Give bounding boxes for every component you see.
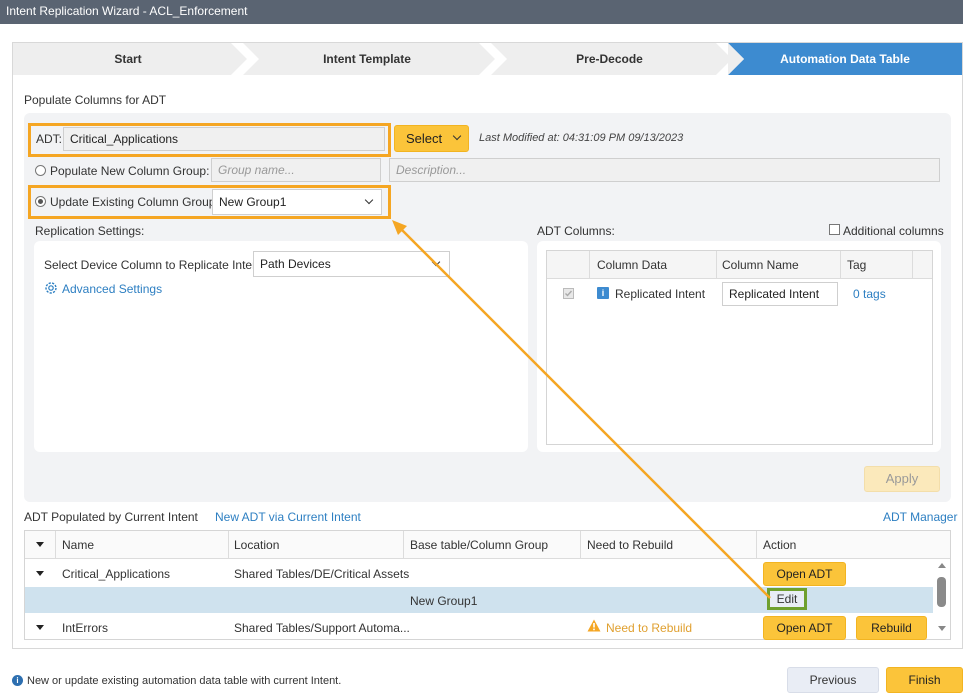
header-divider xyxy=(547,278,932,279)
row-name: IntErrors xyxy=(62,621,109,635)
col-divider xyxy=(589,251,590,278)
warning-icon xyxy=(587,619,601,632)
description-input[interactable]: Description... xyxy=(389,158,940,182)
expand-row-icon[interactable] xyxy=(36,571,44,576)
apply-button[interactable]: Apply xyxy=(864,466,940,492)
col-divider xyxy=(840,251,841,278)
check-icon xyxy=(565,290,573,297)
col-divider xyxy=(580,531,581,558)
device-column-select[interactable]: Path Devices xyxy=(253,251,450,277)
row-name: Critical_Applications xyxy=(62,567,171,581)
col-header-location: Location xyxy=(234,538,280,552)
info-icon: i xyxy=(12,675,23,686)
col-divider xyxy=(716,251,717,278)
expand-row-icon[interactable] xyxy=(36,625,44,630)
gear-icon xyxy=(45,282,57,294)
column-data-value: Replicated Intent xyxy=(615,287,706,301)
collapse-all-icon[interactable] xyxy=(36,542,44,547)
col-header-need-rebuild: Need to Rebuild xyxy=(587,538,674,552)
additional-columns-checkbox[interactable] xyxy=(829,224,840,235)
chevron-down-icon xyxy=(452,131,462,141)
column-name-input[interactable]: Replicated Intent xyxy=(722,282,838,306)
wizard-steps: Start Intent Template Pre-Decode Automat… xyxy=(13,43,962,75)
previous-button[interactable]: Previous xyxy=(787,667,879,693)
finish-button[interactable]: Finish xyxy=(886,667,963,693)
col-header-action: Action xyxy=(763,538,797,552)
new-adt-link[interactable]: New ADT via Current Intent xyxy=(215,510,361,524)
select-button-label: Select xyxy=(406,131,443,146)
info-icon: i xyxy=(597,287,609,299)
col-header-column-name: Column Name xyxy=(722,258,799,272)
additional-columns-label: Additional columns xyxy=(843,224,944,238)
populate-new-group-label: Populate New Column Group: xyxy=(50,164,210,178)
scroll-up-icon[interactable] xyxy=(937,562,947,570)
populate-section-title: Populate Columns for ADT xyxy=(24,93,167,107)
device-column-value: Path Devices xyxy=(260,257,331,271)
col-header-tag: Tag xyxy=(847,258,867,272)
col-divider xyxy=(756,531,757,558)
need-rebuild-status: Need to Rebuild xyxy=(606,621,693,635)
col-divider xyxy=(912,251,913,278)
adt-highlight-box xyxy=(28,123,391,157)
col-divider xyxy=(55,531,56,558)
col-header-base-table: Base table/Column Group xyxy=(410,538,549,552)
group-name-input[interactable]: Group name... xyxy=(211,158,381,182)
adt-columns-table xyxy=(546,250,933,445)
last-modified-text: Last Modified at: 04:31:09 PM 09/13/2023 xyxy=(479,132,684,144)
replication-settings-title: Replication Settings: xyxy=(35,224,145,238)
row-location: Shared Tables/Support Automa... xyxy=(234,621,410,635)
col-divider xyxy=(228,531,229,558)
select-adt-button[interactable]: Select xyxy=(394,125,469,152)
chevron-down-icon xyxy=(431,257,441,267)
advanced-settings-link[interactable]: Advanced Settings xyxy=(62,282,162,296)
update-group-highlight-box xyxy=(28,185,391,219)
window-title: Intent Replication Wizard - ACL_Enforcem… xyxy=(0,0,963,24)
row-location: Shared Tables/DE/Critical Assets xyxy=(234,567,410,581)
adt-manager-link[interactable]: ADT Manager xyxy=(883,510,957,524)
open-adt-button[interactable]: Open ADT xyxy=(763,616,846,640)
adt-columns-title: ADT Columns: xyxy=(537,224,615,238)
edit-button[interactable]: Edit xyxy=(767,588,807,610)
rebuild-button[interactable]: Rebuild xyxy=(856,616,927,640)
scrollbar-thumb[interactable] xyxy=(937,577,946,607)
row-checkbox[interactable] xyxy=(563,288,574,299)
scroll-down-icon[interactable] xyxy=(937,624,947,632)
col-divider xyxy=(403,531,404,558)
device-column-label: Select Device Column to Replicate Intent… xyxy=(44,258,266,272)
col-header-column-data: Column Data xyxy=(597,258,668,272)
step-separators xyxy=(231,43,744,75)
populate-new-group-radio[interactable] xyxy=(35,165,46,176)
tags-link[interactable]: 0 tags xyxy=(853,287,886,301)
header-divider xyxy=(25,558,950,559)
populated-section-title: ADT Populated by Current Intent xyxy=(24,510,198,524)
col-header-name: Name xyxy=(62,538,95,552)
footer-info-text: New or update existing automation data t… xyxy=(27,675,342,687)
row-base-group: New Group1 xyxy=(410,594,478,608)
open-adt-button[interactable]: Open ADT xyxy=(763,562,846,586)
